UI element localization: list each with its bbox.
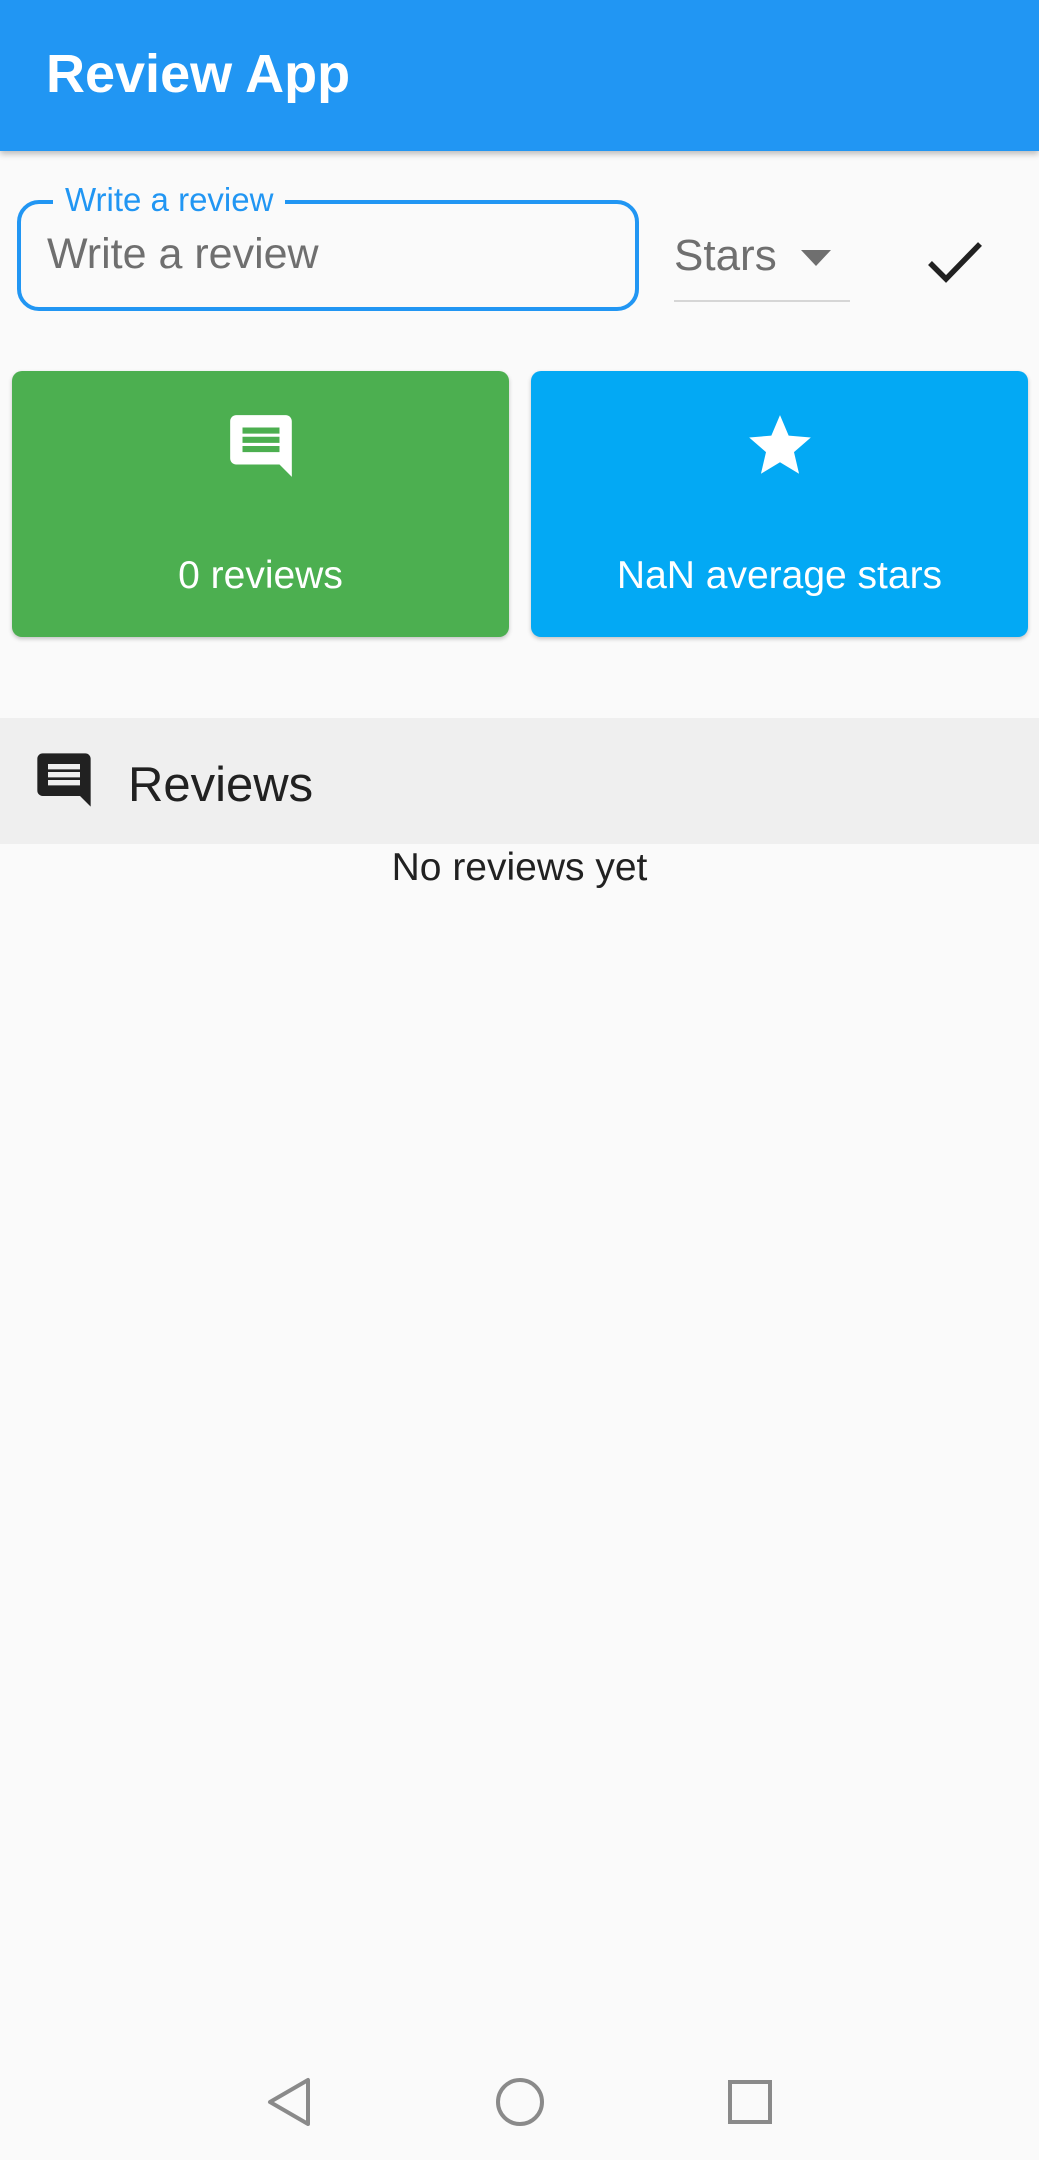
recents-square-icon[interactable] [722, 2074, 778, 2130]
comment-icon [37, 753, 91, 807]
stars-dropdown[interactable]: Stars [674, 222, 850, 302]
stars-dropdown-value: Stars [674, 231, 777, 280]
reviews-section-title: Reviews [128, 758, 314, 812]
star-icon [748, 415, 811, 474]
system-nav-bar [0, 2044, 1039, 2160]
reviews-count-card: 0 reviews [12, 371, 509, 637]
back-triangle-icon[interactable] [262, 2074, 318, 2130]
dropdown-arrow-icon [801, 250, 831, 266]
comment-icon [229, 415, 292, 477]
empty-reviews-message: No reviews yet [391, 846, 648, 889]
review-field-label: Write a review [53, 178, 286, 222]
average-stars-text: NaN average stars [616, 554, 943, 597]
home-circle-icon[interactable] [492, 2074, 548, 2130]
review-input[interactable] [47, 224, 607, 284]
reviews-count-text: 0 reviews [178, 554, 343, 597]
check-icon [928, 242, 982, 283]
review-text-field[interactable]: Write a review [17, 178, 639, 311]
app-title: Review App [46, 44, 351, 104]
app-bar: Review App [0, 0, 1039, 151]
average-stars-card: NaN average stars [531, 371, 1028, 637]
reviews-section-header: Reviews [0, 718, 1039, 844]
submit-review-button[interactable] [915, 222, 995, 302]
review-app: Review App Write a review Stars 0 review… [0, 0, 1039, 2160]
